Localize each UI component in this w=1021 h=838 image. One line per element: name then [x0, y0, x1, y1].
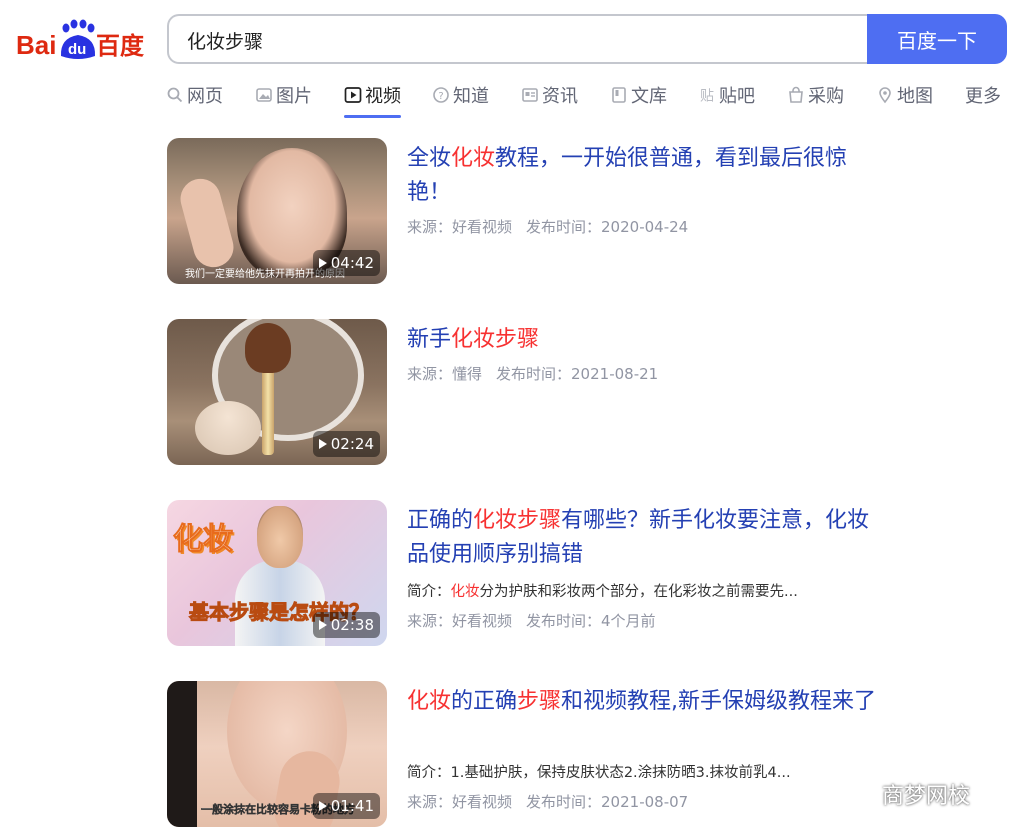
svg-text:?: ?	[438, 91, 443, 102]
tab-shopping[interactable]: 采购	[787, 78, 844, 112]
brush-head-image	[245, 323, 291, 373]
result-date: 发布时间：4个月前	[526, 612, 656, 630]
logo-text-cn: 百度	[96, 32, 145, 60]
video-duration: 04:42	[312, 250, 380, 276]
tab-video[interactable]: 视频	[344, 78, 401, 118]
search-button[interactable]: 百度一下	[867, 14, 1007, 64]
play-icon	[318, 258, 327, 268]
result-date: 发布时间：2020-04-24	[526, 218, 689, 236]
svg-text:贴: 贴	[700, 89, 714, 105]
video-thumbnail[interactable]: 一般涂抹在比较容易卡粉的地方 01:41	[167, 681, 387, 827]
tab-news[interactable]: 资讯	[521, 78, 578, 112]
tab-label: 采购	[808, 86, 844, 107]
person-face-image	[257, 506, 303, 568]
video-result: 一般涂抹在比较容易卡粉的地方 01:41 化妆的正确步骤和视频教程,新手保姆级教…	[167, 681, 877, 831]
tab-web[interactable]: 网页	[166, 78, 223, 112]
hair-image	[167, 681, 197, 827]
video-icon	[344, 86, 362, 104]
play-icon	[318, 439, 327, 449]
video-thumbnail[interactable]: 我们一定要给他先抹开再拍开的原因 04:42	[167, 138, 387, 284]
play-icon	[318, 801, 327, 811]
tab-label: 更多	[965, 86, 1001, 107]
watermark-text: 商梦网校	[882, 784, 971, 809]
video-result: 化妆 基本步骤是怎样的？ 02:38 正确的化妆步骤有哪些？新手化妆要注意，化妆…	[167, 500, 877, 650]
result-meta: 来源：好看视频 发布时间：2020-04-24	[407, 216, 688, 237]
result-title[interactable]: 正确的化妆步骤有哪些？新手化妆要注意，化妆品使用顺序别搞错	[407, 504, 877, 572]
tab-tieba[interactable]: 贴 贴吧	[698, 78, 755, 112]
result-description: 简介：1.基础护肤，保持皮肤状态2.涂抹防晒3.抹妆前乳4...	[407, 765, 791, 781]
result-title[interactable]: 全妆化妆教程，一开始很普通，看到最后很惊艳！	[407, 142, 877, 210]
search-input[interactable]	[185, 16, 857, 64]
tab-wenku[interactable]: 文库	[610, 78, 667, 112]
news-icon	[521, 86, 539, 104]
tab-map[interactable]: 地图	[876, 78, 933, 112]
tab-more[interactable]: 更多	[965, 78, 1001, 112]
map-pin-icon	[876, 86, 894, 104]
video-thumbnail[interactable]: 02:24	[167, 319, 387, 465]
hand-image	[176, 174, 238, 272]
tab-label: 知道	[453, 86, 489, 107]
question-icon: ?	[432, 86, 450, 104]
result-source: 来源：好看视频	[407, 612, 513, 630]
result-meta: 来源：懂得 发布时间：2021-08-21	[407, 363, 658, 384]
result-source: 来源：好看视频	[407, 793, 513, 811]
baidu-logo[interactable]: Bai du 百度	[16, 18, 146, 62]
thumb-caption-top: 化妆	[173, 522, 234, 558]
tab-zhidao[interactable]: ? 知道	[432, 78, 489, 112]
logo-text-du: du	[68, 41, 86, 58]
watermark: 商梦网校	[840, 776, 970, 812]
search-icon	[166, 86, 184, 104]
video-result: 02:24 新手化妆步骤 来源：懂得 发布时间：2021-08-21	[167, 319, 877, 469]
video-thumbnail[interactable]: 化妆 基本步骤是怎样的？ 02:38	[167, 500, 387, 646]
result-date: 发布时间：2021-08-07	[526, 793, 689, 811]
result-meta: 来源：好看视频 发布时间：2021-08-07	[407, 791, 688, 812]
tab-images[interactable]: 图片	[255, 78, 312, 112]
wechat-icon	[840, 777, 874, 811]
result-title[interactable]: 化妆的正确步骤和视频教程,新手保姆级教程来了	[407, 685, 877, 719]
result-description: 简介：化妆分为护肤和彩妆两个部分，在化彩妆之前需要先...	[407, 584, 798, 600]
tab-label: 图片	[276, 86, 312, 107]
logo-text-bai: Bai	[16, 30, 56, 60]
search-tabs: 网页 图片 视频 ? 知道 资讯 文库 贴 贴吧 采购 地图 更多	[166, 78, 1011, 118]
result-source: 来源：好看视频	[407, 218, 513, 236]
video-result: 我们一定要给他先抹开再拍开的原因 04:42 全妆化妆教程，一开始很普通，看到最…	[167, 138, 877, 288]
tab-label: 视频	[365, 86, 401, 107]
image-icon	[255, 86, 273, 104]
video-duration: 02:38	[312, 612, 380, 638]
document-icon	[610, 86, 628, 104]
tab-label: 网页	[187, 86, 223, 107]
tab-label: 文库	[631, 86, 667, 107]
search-box	[167, 14, 867, 64]
tieba-icon: 贴	[698, 86, 716, 105]
powder-jar-image	[195, 401, 261, 455]
play-icon	[318, 620, 327, 630]
result-title[interactable]: 新手化妆步骤	[407, 323, 877, 357]
result-date: 发布时间：2021-08-21	[496, 365, 659, 383]
tab-label: 资讯	[542, 86, 578, 107]
result-meta: 来源：好看视频 发布时间：4个月前	[407, 610, 656, 631]
video-duration: 01:41	[312, 793, 380, 819]
result-source: 来源：懂得	[407, 365, 483, 383]
tab-label: 贴吧	[719, 86, 755, 107]
shopping-bag-icon	[787, 86, 805, 104]
tab-label: 地图	[897, 86, 933, 107]
video-duration: 02:24	[312, 431, 380, 457]
